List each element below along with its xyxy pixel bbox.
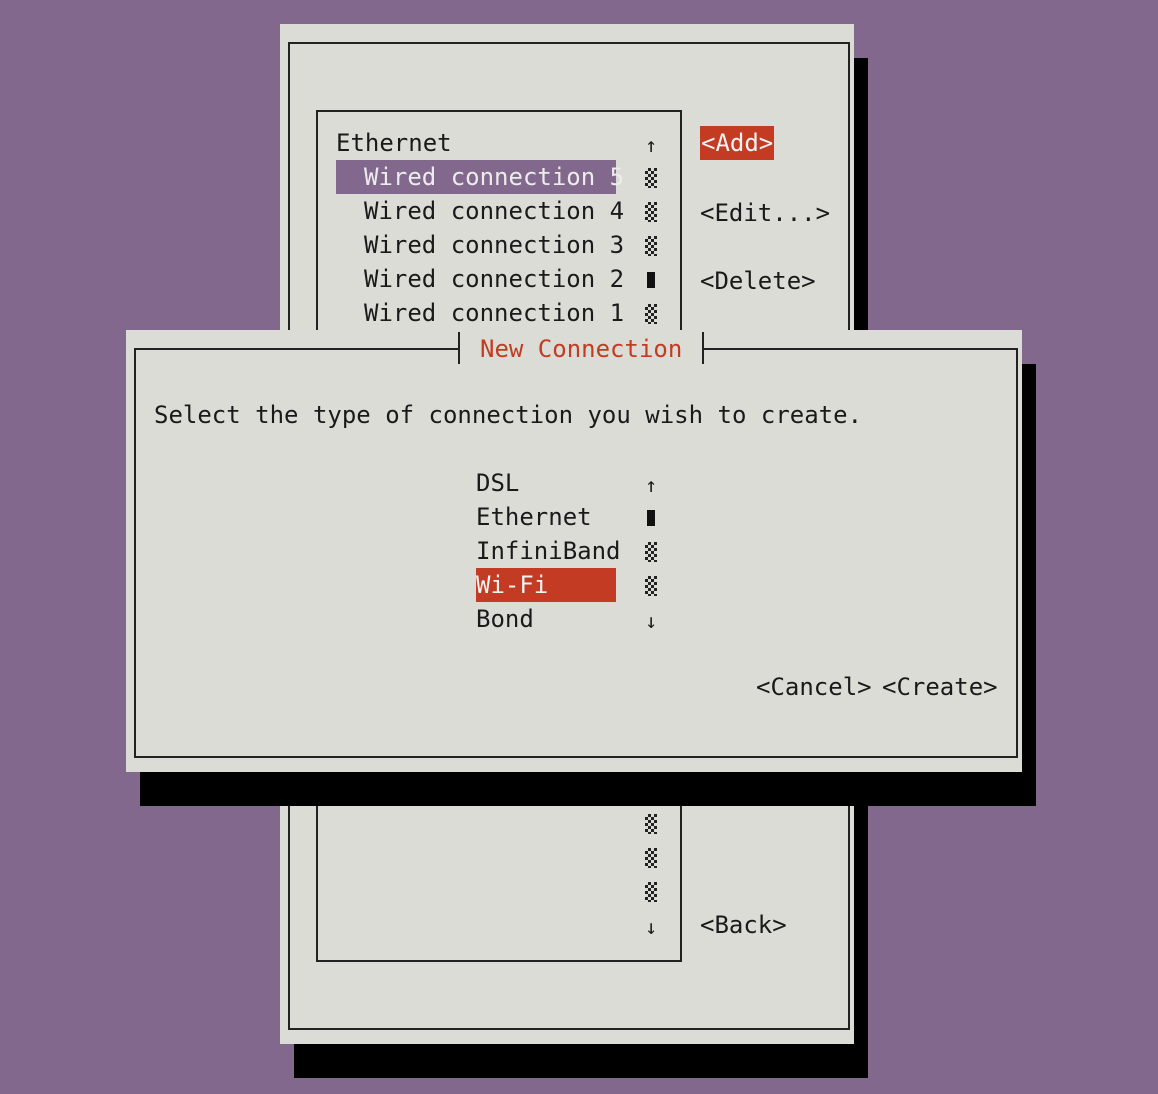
- scroll-up-arrow-icon[interactable]: ↑: [644, 128, 658, 162]
- dialog-title-text: New Connection: [480, 335, 683, 363]
- create-button[interactable]: <Create>: [882, 670, 998, 704]
- dialog-prompt: Select the type of connection you wish t…: [154, 401, 863, 429]
- type-item-dsl[interactable]: DSL: [476, 466, 519, 500]
- scroll-down-arrow-icon[interactable]: ↓: [644, 604, 658, 638]
- delete-button[interactable]: <Delete>: [700, 264, 816, 298]
- scrollbar-track[interactable]: [645, 848, 657, 868]
- connection-item-wired-1[interactable]: Wired connection 1: [364, 296, 624, 330]
- connection-item-label: Wired connection 5: [364, 163, 625, 191]
- scrollbar-track[interactable]: [645, 576, 657, 596]
- group-label-ethernet: Ethernet: [336, 129, 452, 157]
- connection-item-wired-4[interactable]: Wired connection 4: [364, 194, 624, 228]
- edit-button[interactable]: <Edit...>: [700, 196, 830, 230]
- type-item-wifi[interactable]: Wi-Fi: [476, 568, 616, 602]
- cancel-button[interactable]: <Cancel>: [756, 670, 872, 704]
- connection-item-wired-2[interactable]: Wired connection 2: [364, 262, 624, 296]
- add-button[interactable]: <Add>: [700, 126, 775, 160]
- type-item-infiniband[interactable]: InfiniBand: [476, 534, 621, 568]
- new-connection-dialog: New Connection Select the type of connec…: [126, 330, 1022, 772]
- scrollbar-track[interactable]: [645, 168, 657, 188]
- scrollbar-track[interactable]: [645, 882, 657, 902]
- type-item-ethernet[interactable]: Ethernet: [476, 500, 592, 534]
- scroll-down-arrow-icon[interactable]: ↓: [644, 910, 658, 944]
- type-item-label: Wi-Fi: [476, 571, 549, 599]
- type-item-bond[interactable]: Bond: [476, 602, 534, 636]
- scrollbar-track[interactable]: [645, 542, 657, 562]
- scrollbar-track[interactable]: [645, 304, 657, 324]
- scrollbar-thumb[interactable]: [647, 272, 655, 288]
- scrollbar-track[interactable]: [645, 236, 657, 256]
- scroll-up-arrow-icon[interactable]: ↑: [644, 468, 658, 502]
- dialog-title: New Connection: [458, 332, 705, 364]
- scrollbar-track[interactable]: [645, 202, 657, 222]
- back-button[interactable]: <Back>: [700, 908, 787, 942]
- connection-item-wired-3[interactable]: Wired connection 3: [364, 228, 624, 262]
- scrollbar-thumb[interactable]: [647, 510, 655, 526]
- connection-item-wired-5[interactable]: Wired connection 5: [336, 160, 624, 194]
- scrollbar-track[interactable]: [645, 814, 657, 834]
